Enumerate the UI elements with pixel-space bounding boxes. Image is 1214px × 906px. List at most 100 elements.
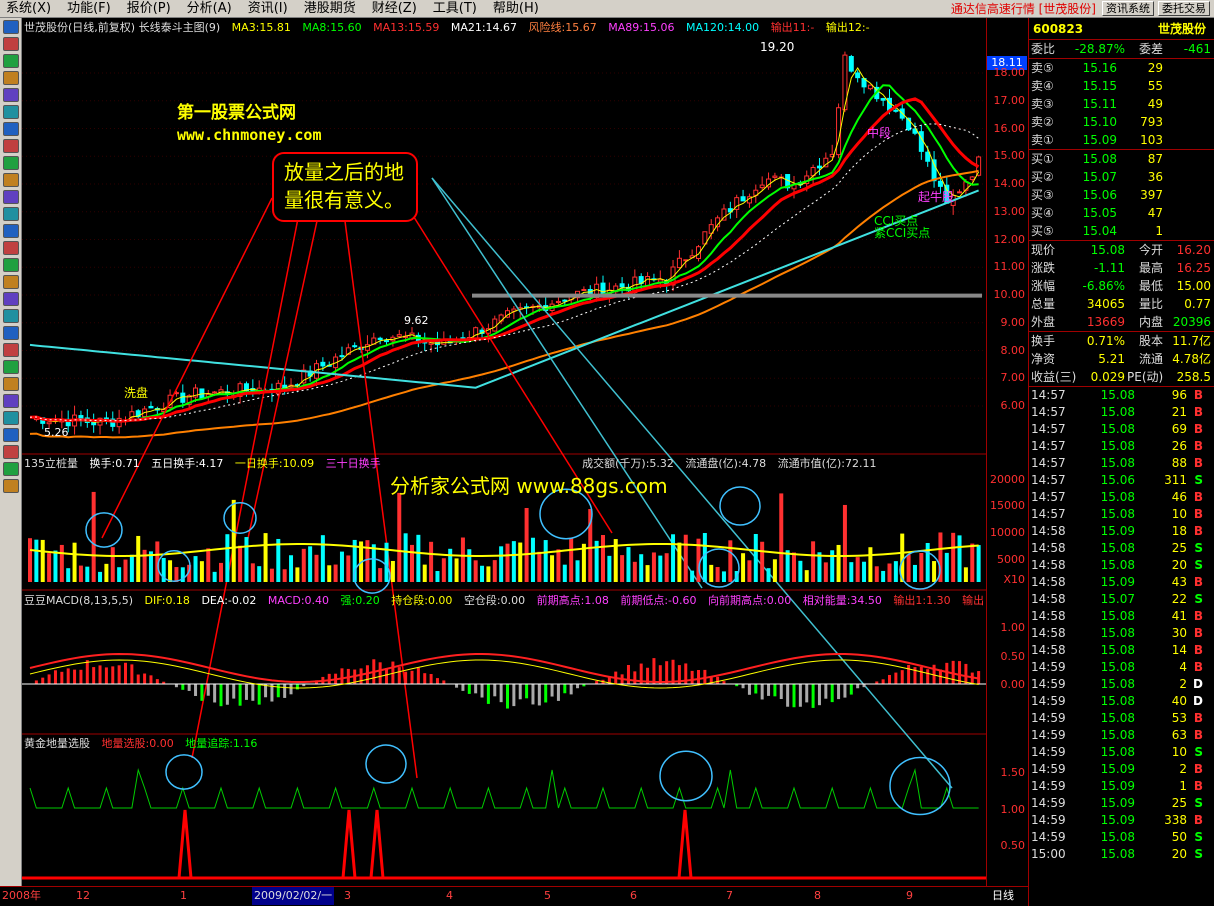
- volume-bar: [206, 548, 211, 582]
- toolbar-button[interactable]: [3, 190, 19, 204]
- toolbar-button[interactable]: [3, 479, 19, 493]
- menu-analysis[interactable]: 分析(A): [181, 0, 242, 18]
- menu-info[interactable]: 资讯(I): [242, 0, 298, 18]
- macd-prev-high: 前期高点:1.08: [536, 594, 609, 607]
- macd-histogram-bar: [837, 684, 841, 700]
- volume-bar: [632, 561, 637, 582]
- volume-bar: [219, 562, 223, 582]
- volume-bar: [639, 554, 644, 582]
- tick-list[interactable]: 14:57 15.08 96 B 14:57 15.08 21 B 14:57 15.08 69 B 1…: [1029, 387, 1214, 863]
- price-level-bar: [472, 293, 982, 298]
- tick-price: 15.08: [1100, 745, 1135, 759]
- order-label: 买④: [1031, 206, 1054, 220]
- tick-volume: 21: [1171, 405, 1187, 419]
- order-label: 卖④: [1031, 79, 1054, 93]
- menu-tools[interactable]: 工具(T): [427, 0, 487, 18]
- macd-histogram-bar: [92, 667, 96, 684]
- status-period[interactable]: 日线: [992, 887, 1014, 905]
- info-label: 股本: [1138, 334, 1163, 348]
- volume-bar: [473, 560, 478, 582]
- toolbar-button[interactable]: [3, 275, 19, 289]
- toolbar-button[interactable]: [3, 88, 19, 102]
- toolbar-button[interactable]: [3, 445, 19, 459]
- status-date: 2009/02/02/一: [252, 887, 335, 905]
- news-system-button[interactable]: 资讯系统: [1102, 1, 1154, 16]
- tick-volume: 4: [1179, 660, 1187, 674]
- info-label: 涨跌: [1031, 261, 1056, 275]
- toolbar-button[interactable]: [3, 309, 19, 323]
- weicha-label: 委差: [1138, 42, 1163, 56]
- macd-histogram-bar: [461, 684, 465, 691]
- macd-histogram-bar: [856, 684, 860, 689]
- toolbar-button[interactable]: [3, 20, 19, 34]
- toolbar-button[interactable]: [3, 173, 19, 187]
- menu-function[interactable]: 功能(F): [61, 0, 121, 18]
- info2-row: 净资 5.21 流通 4.78亿: [1029, 350, 1214, 368]
- toolbar-button[interactable]: [3, 462, 19, 476]
- toolbar-button[interactable]: [3, 71, 19, 85]
- macd-histogram-bar: [881, 679, 885, 684]
- macd-prev-low: 前期低点:-0.60: [620, 594, 697, 607]
- volume-bar: [72, 542, 77, 582]
- volume-bar: [110, 547, 115, 582]
- chart-area[interactable]: 世茂股份(日线,前复权) 长线泰斗主图(9) MA3:15.81 MA8:15.…: [22, 18, 986, 886]
- menu-help[interactable]: 帮助(H): [487, 0, 549, 18]
- toolbar-button[interactable]: [3, 411, 19, 425]
- volume-bar: [677, 542, 682, 582]
- trade-button[interactable]: 委托交易: [1158, 1, 1210, 16]
- volume-bar: [416, 534, 421, 582]
- tick-row: 14:59 15.08 63 B: [1029, 727, 1214, 744]
- volume-bar: [486, 566, 491, 582]
- order-label: 卖①: [1031, 133, 1054, 147]
- menu-finance[interactable]: 财经(Z): [366, 0, 427, 18]
- order-volume: 87: [1147, 152, 1163, 166]
- macd-histogram-bar: [964, 663, 968, 684]
- toolbar-button[interactable]: [3, 37, 19, 51]
- toolbar-button[interactable]: [3, 224, 19, 238]
- quote-panel: 600823 世茂股份 委比 -28.87% 委差 -461 卖⑤ 15.16 29…: [1028, 18, 1214, 906]
- macd-histogram-bar: [143, 673, 147, 684]
- volume-bar: [537, 551, 542, 582]
- tick-price: 15.08: [1100, 626, 1135, 640]
- toolbar-button[interactable]: [3, 122, 19, 136]
- toolbar-button[interactable]: [3, 207, 19, 221]
- kline-chart-svg[interactable]: [22, 18, 986, 886]
- candle-body: [969, 176, 975, 180]
- tick-side: S: [1194, 592, 1203, 606]
- volume-bar: [371, 544, 376, 582]
- toolbar-button[interactable]: [3, 326, 19, 340]
- volume-bar: [199, 561, 204, 582]
- tick-price: 15.09: [1100, 779, 1135, 793]
- menu-hk-futures[interactable]: 港股期货: [298, 0, 366, 18]
- gold-pick-spike: [341, 809, 357, 879]
- tick-price: 15.08: [1100, 660, 1135, 674]
- toolbar-button[interactable]: [3, 139, 19, 153]
- tick-side: D: [1193, 677, 1203, 691]
- tick-volume: 46: [1171, 490, 1187, 504]
- tick-row: 14:57 15.08 69 B: [1029, 421, 1214, 438]
- volume-bar: [339, 551, 344, 582]
- order-price: 15.08: [1082, 152, 1117, 166]
- volume-bar: [766, 568, 771, 582]
- toolbar-button[interactable]: [3, 292, 19, 306]
- toolbar-button[interactable]: [3, 360, 19, 374]
- tick-time: 14:58: [1031, 575, 1066, 589]
- toolbar-button[interactable]: [3, 394, 19, 408]
- toolbar-button[interactable]: [3, 156, 19, 170]
- menu-quote[interactable]: 报价(P): [121, 0, 181, 18]
- tick-volume: 69: [1171, 422, 1187, 436]
- toolbar-button[interactable]: [3, 343, 19, 357]
- candle-body: [384, 340, 390, 343]
- tick-side: B: [1193, 439, 1203, 453]
- toolbar-button[interactable]: [3, 241, 19, 255]
- tick-side: B: [1193, 507, 1203, 521]
- macd-histogram-bar: [181, 684, 185, 690]
- toolbar-button[interactable]: [3, 105, 19, 119]
- menu-system[interactable]: 系统(X): [0, 0, 61, 18]
- toolbar-button[interactable]: [3, 377, 19, 391]
- toolbar-button[interactable]: [3, 428, 19, 442]
- toolbar-button[interactable]: [3, 258, 19, 272]
- toolbar-button[interactable]: [3, 54, 19, 68]
- vol-circle: [223, 502, 257, 534]
- macd-histogram-bar: [213, 684, 217, 703]
